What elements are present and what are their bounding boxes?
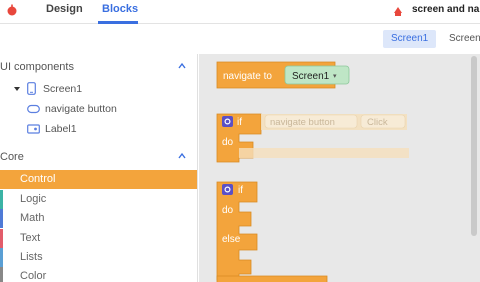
phone-icon [27,82,36,95]
gear-icon[interactable] [222,184,233,195]
category-color-bar [0,248,3,267]
tree-label-label1: Label1 [45,123,77,135]
category-color-bar [0,170,3,189]
label-icon [27,124,40,134]
category-math[interactable]: Math [0,209,197,228]
top-bar: Design Blocks screen and na [0,0,480,24]
category-logic[interactable]: Logic [0,190,197,209]
project-name[interactable]: screen and na [412,4,479,15]
chevron-up-icon[interactable] [178,62,186,70]
app-logo-icon[interactable] [6,4,18,16]
category-label: Logic [20,193,47,205]
screen-tab-bar: Screen1 Screen [0,25,480,53]
core-header[interactable]: Core [0,148,197,166]
if-do-else-block[interactable]: if do else [216,181,258,281]
category-label: Text [20,232,41,244]
category-label: Math [20,212,45,224]
category-color-bar [0,229,3,248]
button-icon [27,104,40,114]
navigate-to-block[interactable]: navigate to Screen1 ▾ [216,61,350,89]
if-do-block[interactable]: if do navigate button Click [216,113,409,163]
blocks-canvas: navigate to Screen1 ▾ if do navigate but… [216,61,409,282]
tree-label-screen1: Screen1 [43,83,83,95]
event-component-value: navigate button [270,117,335,128]
category-label: Color [20,270,47,282]
partial-block[interactable] [216,275,328,282]
tab-design[interactable]: Design [46,3,83,15]
category-color-bar [0,209,3,228]
tree-label-navigate-button: navigate button [45,103,117,115]
caret-down-icon[interactable] [14,86,20,92]
navigate-to-label: navigate to [223,71,272,82]
screen-dropdown-value: Screen1 [292,71,330,82]
blocks-sidebar: UI components Screen1 navigate button La… [0,54,198,282]
category-lists[interactable]: Lists [0,248,197,267]
category-color-bar [0,190,3,209]
tab-blocks[interactable]: Blocks [102,3,138,15]
workspace-scrollbar[interactable] [471,56,477,236]
do-label: do [222,137,234,148]
gear-icon[interactable] [222,116,233,127]
blocks-workspace[interactable]: navigate to Screen1 ▾ if do navigate but… [199,54,480,282]
ui-components-header[interactable]: UI components [0,58,197,76]
category-color[interactable]: Color [0,267,197,282]
category-label: Lists [20,251,43,263]
dropdown-caret-icon: ▾ [333,73,337,80]
screen-tab-screen2[interactable]: Screen [441,30,480,48]
if-label: if [238,185,243,196]
core-title: Core [0,151,24,163]
event-name-value: Click [367,117,388,128]
chevron-up-icon[interactable] [178,152,186,160]
project-icon [394,7,402,16]
category-label: Control [20,173,56,185]
screen-tab-screen1[interactable]: Screen1 [383,30,437,48]
category-color-bar [0,267,3,282]
else-label: else [222,234,241,245]
active-tab-indicator [98,21,138,24]
category-text[interactable]: Text [0,229,197,248]
category-control[interactable]: Control [0,170,197,189]
do-label: do [222,205,234,216]
if-label: if [237,117,242,128]
ui-components-title: UI components [0,61,74,73]
